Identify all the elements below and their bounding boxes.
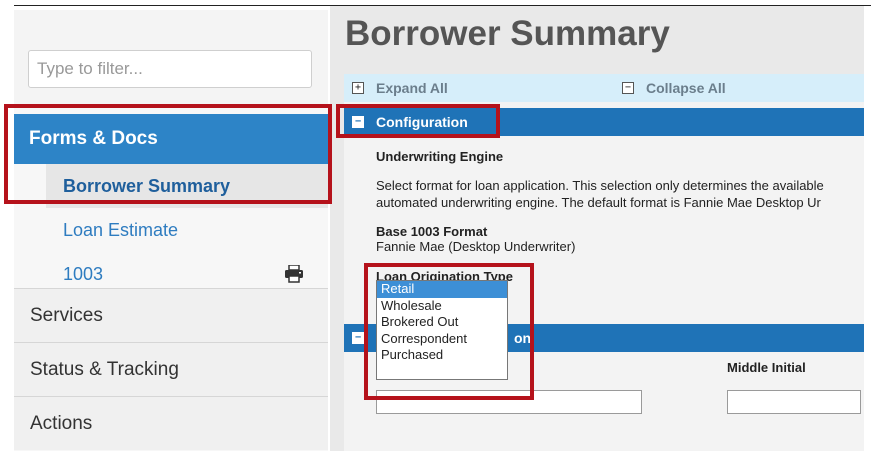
collapse-icon[interactable]: − <box>622 82 634 94</box>
base-format-label: Base 1003 Format <box>376 224 488 239</box>
configuration-section-header[interactable]: − Configuration <box>344 108 864 136</box>
sidebar-nav-status-tracking[interactable]: Status & Tracking <box>14 342 328 396</box>
collapse-all-link[interactable]: Collapse All <box>646 74 726 102</box>
underwriting-desc-line1: Select format for loan application. This… <box>376 178 824 193</box>
option-wholesale[interactable]: Wholesale <box>377 298 507 315</box>
underwriting-heading: Underwriting Engine <box>376 149 504 164</box>
sidebar-item-label: Loan Estimate <box>63 220 179 240</box>
option-purchased[interactable]: Purchased <box>377 347 507 364</box>
loan-origination-listbox[interactable]: Retail Wholesale Brokered Out Correspond… <box>376 280 508 380</box>
collapse-section-icon[interactable]: − <box>352 116 364 128</box>
sidebar-nav-services[interactable]: Services <box>14 288 328 342</box>
expand-collapse-bar: + Expand All − Collapse All <box>344 74 864 102</box>
expand-all-link[interactable]: Expand All <box>376 74 448 102</box>
underwriting-desc-line2: automated underwriting engine. The defau… <box>376 195 821 210</box>
option-brokered-out[interactable]: Brokered Out <box>377 314 507 331</box>
right-edge <box>864 6 871 451</box>
configuration-label: Configuration <box>376 114 468 130</box>
expand-icon[interactable]: + <box>352 82 364 94</box>
page-title: Borrower Summary <box>345 14 670 53</box>
filter-input[interactable] <box>28 50 312 88</box>
sidebar: Forms & Docs Borrower Summary Loan Estim… <box>14 10 328 451</box>
option-correspondent[interactable]: Correspondent <box>377 331 507 348</box>
borrower-section-label: on <box>514 330 532 346</box>
printer-icon[interactable] <box>284 265 304 283</box>
middle-initial-field[interactable] <box>727 390 861 414</box>
underwriting-description: Select format for loan application. This… <box>376 177 871 211</box>
first-name-field[interactable] <box>376 390 642 414</box>
option-retail[interactable]: Retail <box>377 281 507 298</box>
sidebar-item-label: 1003 <box>63 264 104 284</box>
sidebar-item-borrower-summary[interactable]: Borrower Summary <box>46 164 328 208</box>
collapse-section-icon[interactable]: − <box>352 332 364 344</box>
sidebar-section-forms-docs[interactable]: Forms & Docs <box>14 114 328 164</box>
sidebar-item-label: Borrower Summary <box>63 176 231 196</box>
base-format-value: Fannie Mae (Desktop Underwriter) <box>376 239 576 254</box>
filter-zone <box>14 10 328 104</box>
middle-initial-label: Middle Initial <box>727 360 806 375</box>
page: Forms & Docs Borrower Summary Loan Estim… <box>0 0 871 451</box>
sidebar-nav-actions[interactable]: Actions <box>14 396 328 450</box>
sidebar-item-loan-estimate[interactable]: Loan Estimate <box>46 208 328 252</box>
main-panel: Borrower Summary + Expand All − Collapse… <box>330 6 871 451</box>
